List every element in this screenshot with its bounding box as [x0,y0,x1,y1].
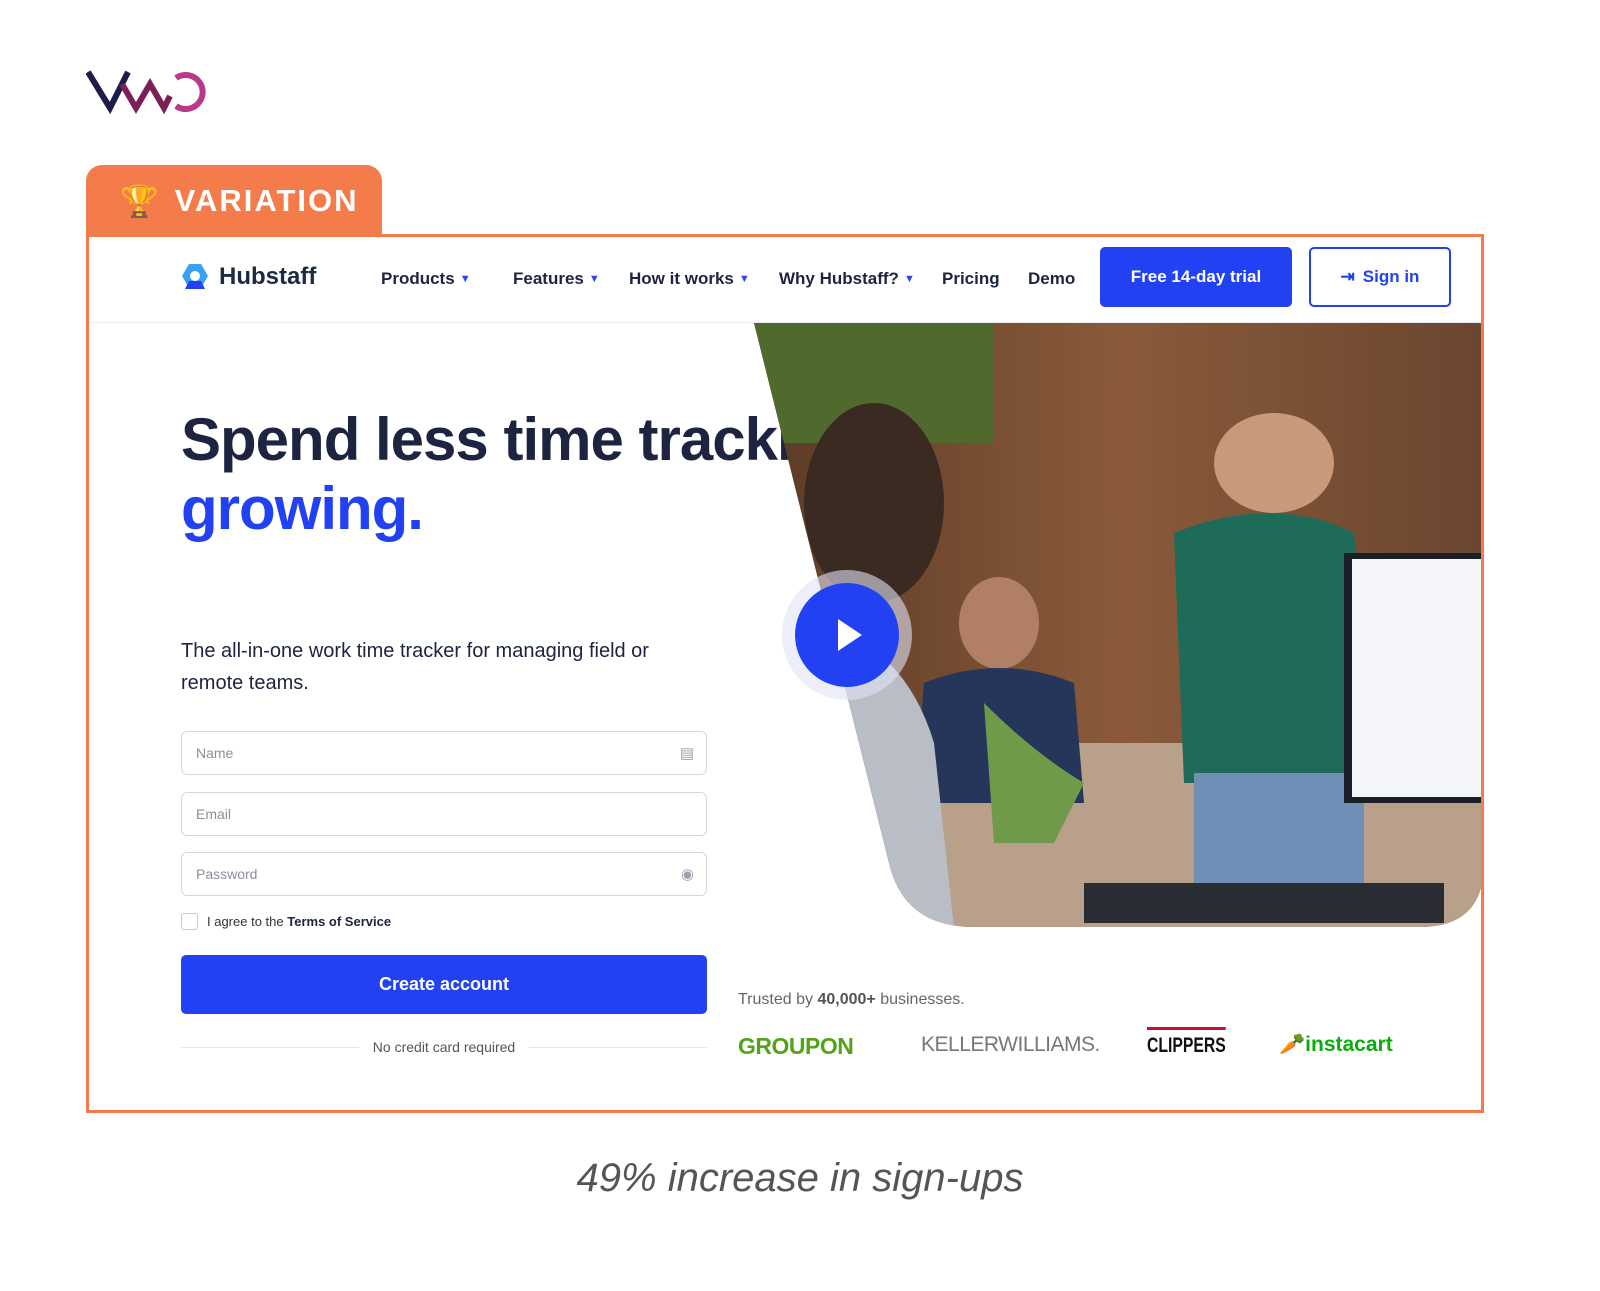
trusted-text: Trusted by 40,000+ businesses. [738,991,965,1008]
email-input[interactable]: Email [181,792,707,836]
nav-products[interactable]: Products ▼ [381,269,471,289]
sign-in-button[interactable]: ⇥ Sign in [1309,247,1451,307]
top-nav: Hubstaff Products ▼ Features ▼ How it work… [89,237,1481,323]
chevron-down-icon: ▼ [459,273,471,285]
hero-subtitle: The all-in-one work time tracker for man… [181,640,649,694]
variation-tab: 🏆 VARIATION [86,165,382,237]
nav-demo[interactable]: Demo [1028,269,1075,289]
chevron-down-icon: ▼ [588,273,600,285]
chevron-down-icon: ▼ [903,273,915,285]
name-input[interactable]: Name ▤ [181,731,707,775]
hubstaff-logo-icon [182,264,208,289]
groupon-logo: GROUPON [738,1033,854,1059]
terms-label: I agree to the Terms of Service [207,914,392,929]
hubstaff-logo[interactable]: Hubstaff [179,261,316,293]
password-key-icon: ◉ [680,866,694,883]
vwo-logo [86,70,206,114]
terms-link[interactable]: Terms of Service [287,914,391,929]
trophy-icon: 🏆 [120,183,161,219]
create-account-button[interactable]: Create account [181,955,707,1014]
instacart-logo: 🥕instacart [1279,1033,1393,1056]
hero-video-thumbnail[interactable] [754,323,1484,929]
headline-highlight: growing. [181,475,424,542]
nav-pricing[interactable]: Pricing [942,269,1000,289]
sign-in-icon: ⇥ [1340,267,1355,286]
variation-screenshot: Hubstaff Products ▼ Features ▼ How it work… [86,234,1484,1113]
no-credit-card-note: No credit card required [181,1039,707,1055]
keller-williams-logo: KELLERWILLIAMS. [921,1033,1100,1056]
chevron-down-icon: ▼ [738,273,750,285]
brand-name: Hubstaff [219,263,317,290]
nav-how-it-works[interactable]: How it works ▼ [629,269,750,289]
carrot-icon: 🥕 [1279,1033,1306,1056]
nav-why-hubstaff[interactable]: Why Hubstaff? ▼ [779,269,915,289]
free-trial-button[interactable]: Free 14-day trial [1100,247,1292,307]
clippers-logo: CLIPPERS [1147,1027,1226,1058]
nav-features[interactable]: Features ▼ [513,269,600,289]
password-input[interactable]: Password ◉ [181,852,707,896]
contact-card-icon: ▤ [679,745,694,762]
variation-label: VARIATION [174,183,359,218]
result-caption: 49% increase in sign-ups [576,1156,1024,1200]
terms-checkbox[interactable] [181,913,198,930]
